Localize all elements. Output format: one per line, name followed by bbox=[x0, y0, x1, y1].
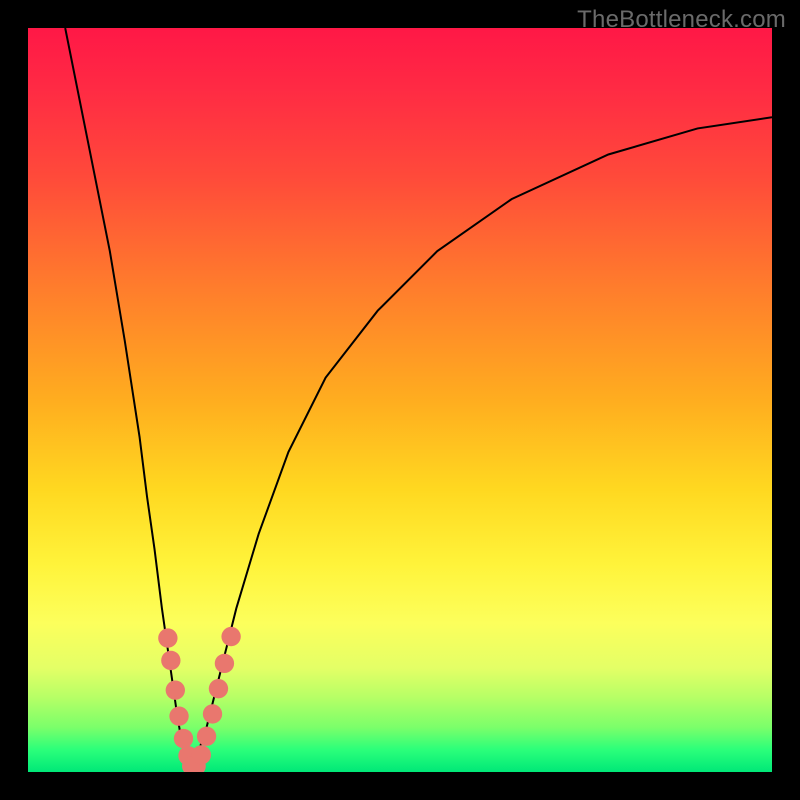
marker-dot bbox=[166, 680, 185, 699]
marker-dot bbox=[221, 627, 240, 646]
marker-dot bbox=[197, 727, 216, 746]
marker-dot bbox=[203, 704, 222, 723]
marker-dot bbox=[209, 679, 228, 698]
plot-area bbox=[28, 28, 772, 772]
curve-layer bbox=[28, 28, 772, 772]
highlight-dots bbox=[158, 627, 241, 772]
marker-dot bbox=[215, 654, 234, 673]
marker-dot bbox=[169, 707, 188, 726]
marker-dot bbox=[161, 651, 180, 670]
watermark-text: TheBottleneck.com bbox=[577, 6, 786, 34]
marker-dot bbox=[158, 628, 177, 647]
chart-frame: TheBottleneck.com bbox=[0, 0, 800, 800]
marker-dot bbox=[174, 729, 193, 748]
marker-dot bbox=[192, 745, 211, 764]
series-right bbox=[192, 117, 772, 772]
